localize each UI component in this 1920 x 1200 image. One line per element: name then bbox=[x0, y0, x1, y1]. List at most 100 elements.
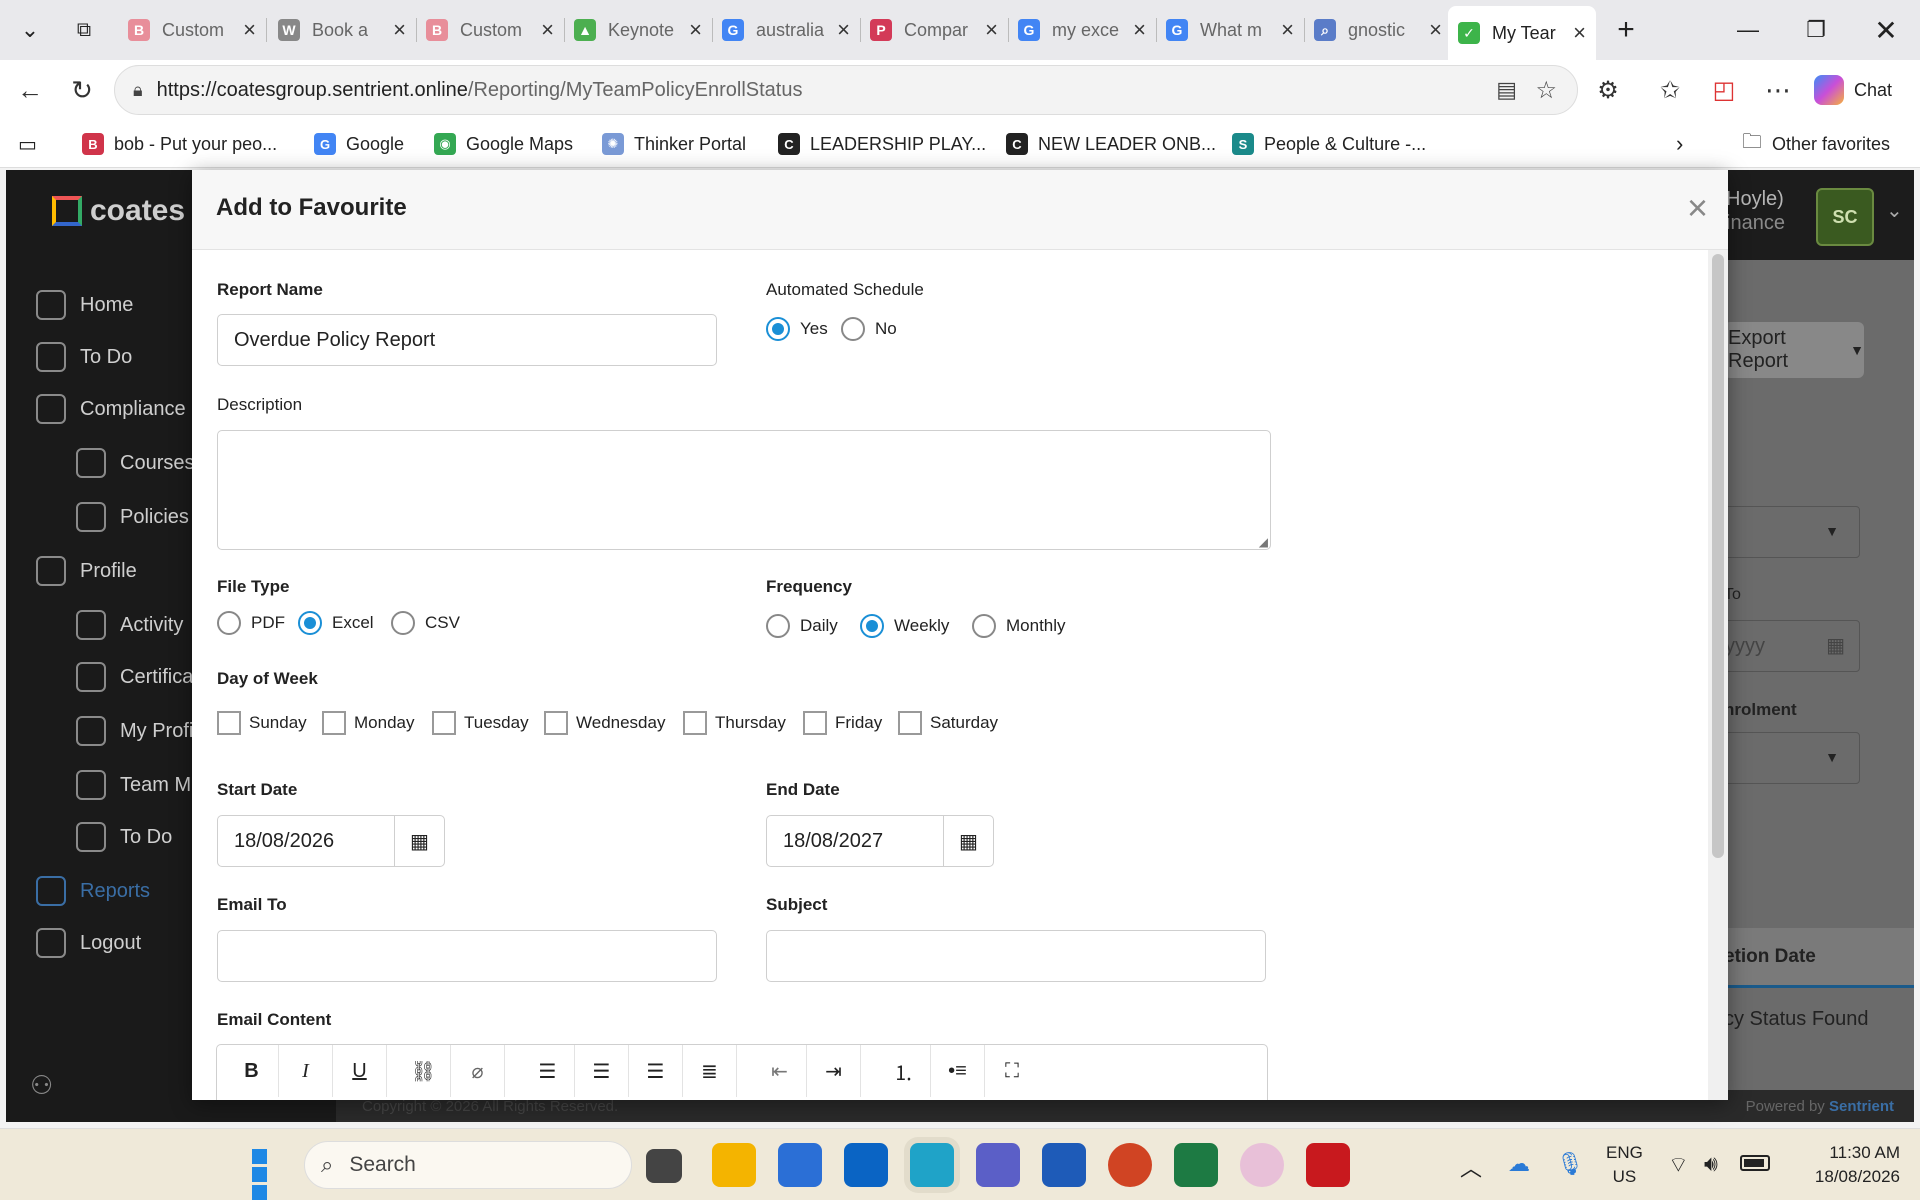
bookmarks-overflow-chevron-icon[interactable]: › bbox=[1676, 130, 1683, 158]
frequency-daily-radio[interactable]: Daily bbox=[766, 614, 838, 638]
sidebar-item-logout[interactable]: Logout bbox=[36, 928, 141, 958]
tab-close-icon[interactable]: × bbox=[1573, 20, 1586, 46]
tray-chevron-icon[interactable]: ︿ bbox=[1460, 1151, 1482, 1183]
day-friday-checkbox[interactable]: Friday bbox=[803, 711, 882, 735]
day-sunday-checkbox[interactable]: Sunday bbox=[217, 711, 307, 735]
schedule-yes-radio[interactable]: Yes bbox=[766, 317, 828, 341]
minimize-button[interactable]: — bbox=[1714, 0, 1782, 60]
tab-3[interactable]: ▲ Keynote × bbox=[564, 8, 712, 52]
back-button[interactable]: ← bbox=[10, 70, 50, 110]
language-indicator[interactable]: ENG US bbox=[1606, 1141, 1643, 1189]
bold-button[interactable]: B bbox=[225, 1045, 279, 1097]
copilot-chat-button[interactable]: Chat bbox=[1814, 70, 1892, 110]
tab-8[interactable]: ⌕ gnostic × bbox=[1304, 8, 1452, 52]
favorite-star-icon[interactable]: ☆ bbox=[1535, 76, 1557, 105]
bookmark-2[interactable]: ◉ Google Maps bbox=[434, 130, 573, 158]
tab-close-icon[interactable]: × bbox=[1133, 17, 1146, 43]
collections-icon[interactable]: ◰ bbox=[1704, 70, 1744, 110]
bookmark-3[interactable]: ✺ Thinker Portal bbox=[602, 130, 746, 158]
tab-actions-icon[interactable]: ▭ bbox=[18, 130, 37, 158]
extensions-icon[interactable]: ⚙ bbox=[1588, 70, 1628, 110]
indent-button[interactable]: ⇥ bbox=[807, 1045, 861, 1097]
frequency-monthly-radio[interactable]: Monthly bbox=[972, 614, 1066, 638]
url-field[interactable]: 🔒︎ https://coatesgroup.sentrient.online /… bbox=[114, 65, 1578, 115]
subject-field[interactable] bbox=[766, 930, 1266, 982]
more-menu-icon[interactable]: ⋯ bbox=[1758, 70, 1798, 110]
taskbar-search[interactable]: ⌕ Search bbox=[304, 1141, 632, 1189]
tab-close-icon[interactable]: × bbox=[837, 17, 850, 43]
tab-0[interactable]: B Custom × bbox=[118, 8, 266, 52]
microphone-icon[interactable]: 🎙︎ bbox=[1556, 1151, 1584, 1177]
bullet-list-button[interactable]: •≡ bbox=[931, 1045, 985, 1097]
team-icon[interactable]: ⚇ bbox=[30, 1070, 53, 1101]
modal-scrollbar[interactable] bbox=[1708, 250, 1728, 1100]
avatar[interactable]: SC bbox=[1816, 188, 1874, 246]
new-tab-button[interactable]: + bbox=[1596, 0, 1656, 60]
outdent-button[interactable]: ⇤ bbox=[753, 1045, 807, 1097]
report-name-field[interactable]: Overdue Policy Report bbox=[217, 314, 717, 366]
unlink-button[interactable]: ⌀ bbox=[451, 1045, 505, 1097]
sidebar-item-to-do[interactable]: To Do bbox=[76, 822, 172, 852]
workspaces-icon[interactable]: ⧉ bbox=[60, 0, 108, 60]
tab-close-icon[interactable]: × bbox=[393, 17, 406, 43]
start-date-field[interactable]: 18/08/2026 ▦ bbox=[217, 815, 445, 867]
acrobat-icon[interactable] bbox=[1306, 1143, 1350, 1187]
sidebar-item-reports[interactable]: Reports bbox=[36, 876, 150, 906]
bookmark-6[interactable]: S People & Culture -... bbox=[1232, 130, 1426, 158]
close-icon[interactable]: × bbox=[1687, 190, 1708, 226]
file-type-excel-radio[interactable]: Excel bbox=[298, 611, 374, 635]
day-monday-checkbox[interactable]: Monday bbox=[322, 711, 414, 735]
restore-button[interactable]: ❐ bbox=[1782, 0, 1850, 60]
link-button[interactable]: ⛓ bbox=[397, 1045, 451, 1097]
ordered-list-button[interactable]: ⒈ bbox=[877, 1045, 931, 1097]
volume-icon[interactable]: 🔊︎ bbox=[1704, 1151, 1718, 1177]
store-icon[interactable] bbox=[778, 1143, 822, 1187]
start-date-calendar-icon[interactable]: ▦ bbox=[394, 816, 444, 866]
powerpoint-icon[interactable] bbox=[1108, 1143, 1152, 1187]
slack-icon[interactable] bbox=[1240, 1143, 1284, 1187]
day-tuesday-checkbox[interactable]: Tuesday bbox=[432, 711, 529, 735]
clock[interactable]: 11:30 AM 18/08/2026 bbox=[1790, 1141, 1900, 1189]
align-center-button[interactable]: ☰ bbox=[575, 1045, 629, 1097]
tab-close-icon[interactable]: × bbox=[541, 17, 554, 43]
onedrive-icon[interactable]: ☁ bbox=[1508, 1151, 1530, 1177]
italic-button[interactable]: I bbox=[279, 1045, 333, 1097]
resize-handle-icon[interactable]: ◢ bbox=[1259, 535, 1268, 549]
sidebar-item-to-do[interactable]: To Do bbox=[36, 342, 132, 372]
user-menu-chevron-icon[interactable]: ⌄ bbox=[1886, 198, 1903, 223]
to-calendar-icon[interactable]: ▦ bbox=[1826, 633, 1845, 658]
tab-close-icon[interactable]: × bbox=[1281, 17, 1294, 43]
sidebar-item-profile[interactable]: Profile bbox=[36, 556, 137, 586]
outlook-icon[interactable] bbox=[844, 1143, 888, 1187]
tab-close-icon[interactable]: × bbox=[243, 17, 256, 43]
end-date-field[interactable]: 18/08/2027 ▦ bbox=[766, 815, 994, 867]
underline-button[interactable]: U bbox=[333, 1045, 387, 1097]
sidebar-item-compliance[interactable]: Compliance bbox=[36, 394, 186, 424]
word-icon[interactable] bbox=[1042, 1143, 1086, 1187]
powered-by-brand[interactable]: Sentrient bbox=[1829, 1098, 1894, 1115]
tab-close-icon[interactable]: × bbox=[689, 17, 702, 43]
sidebar-item-my-profi[interactable]: My Profi bbox=[76, 716, 193, 746]
filter-select[interactable]: ▼ bbox=[1724, 506, 1860, 558]
file-type-csv-radio[interactable]: CSV bbox=[391, 611, 460, 635]
file-type-pdf-radio[interactable]: PDF bbox=[217, 611, 285, 635]
teams-icon[interactable] bbox=[976, 1143, 1020, 1187]
fullscreen-button[interactable]: ⛶ bbox=[985, 1045, 1039, 1097]
tab-5[interactable]: P Compar × bbox=[860, 8, 1008, 52]
battery-icon[interactable] bbox=[1740, 1155, 1770, 1171]
day-thursday-checkbox[interactable]: Thursday bbox=[683, 711, 786, 735]
align-left-button[interactable]: ☰ bbox=[521, 1045, 575, 1097]
sidebar-item-team-m[interactable]: Team M bbox=[76, 770, 191, 800]
file-explorer-icon[interactable] bbox=[712, 1143, 756, 1187]
edge-icon[interactable] bbox=[910, 1143, 954, 1187]
end-date-calendar-icon[interactable]: ▦ bbox=[943, 816, 993, 866]
day-wednesday-checkbox[interactable]: Wednesday bbox=[544, 711, 665, 735]
refresh-button[interactable]: ↻ bbox=[62, 70, 102, 110]
sidebar-item-courses[interactable]: Courses bbox=[76, 448, 194, 478]
frequency-weekly-radio[interactable]: Weekly bbox=[860, 614, 949, 638]
tab-2[interactable]: B Custom × bbox=[416, 8, 564, 52]
bookmark-4[interactable]: C LEADERSHIP PLAY... bbox=[778, 130, 986, 158]
sidebar-item-activity[interactable]: Activity bbox=[76, 610, 183, 640]
favorites-icon[interactable]: ✩ bbox=[1650, 70, 1690, 110]
justify-button[interactable]: ≣ bbox=[683, 1045, 737, 1097]
